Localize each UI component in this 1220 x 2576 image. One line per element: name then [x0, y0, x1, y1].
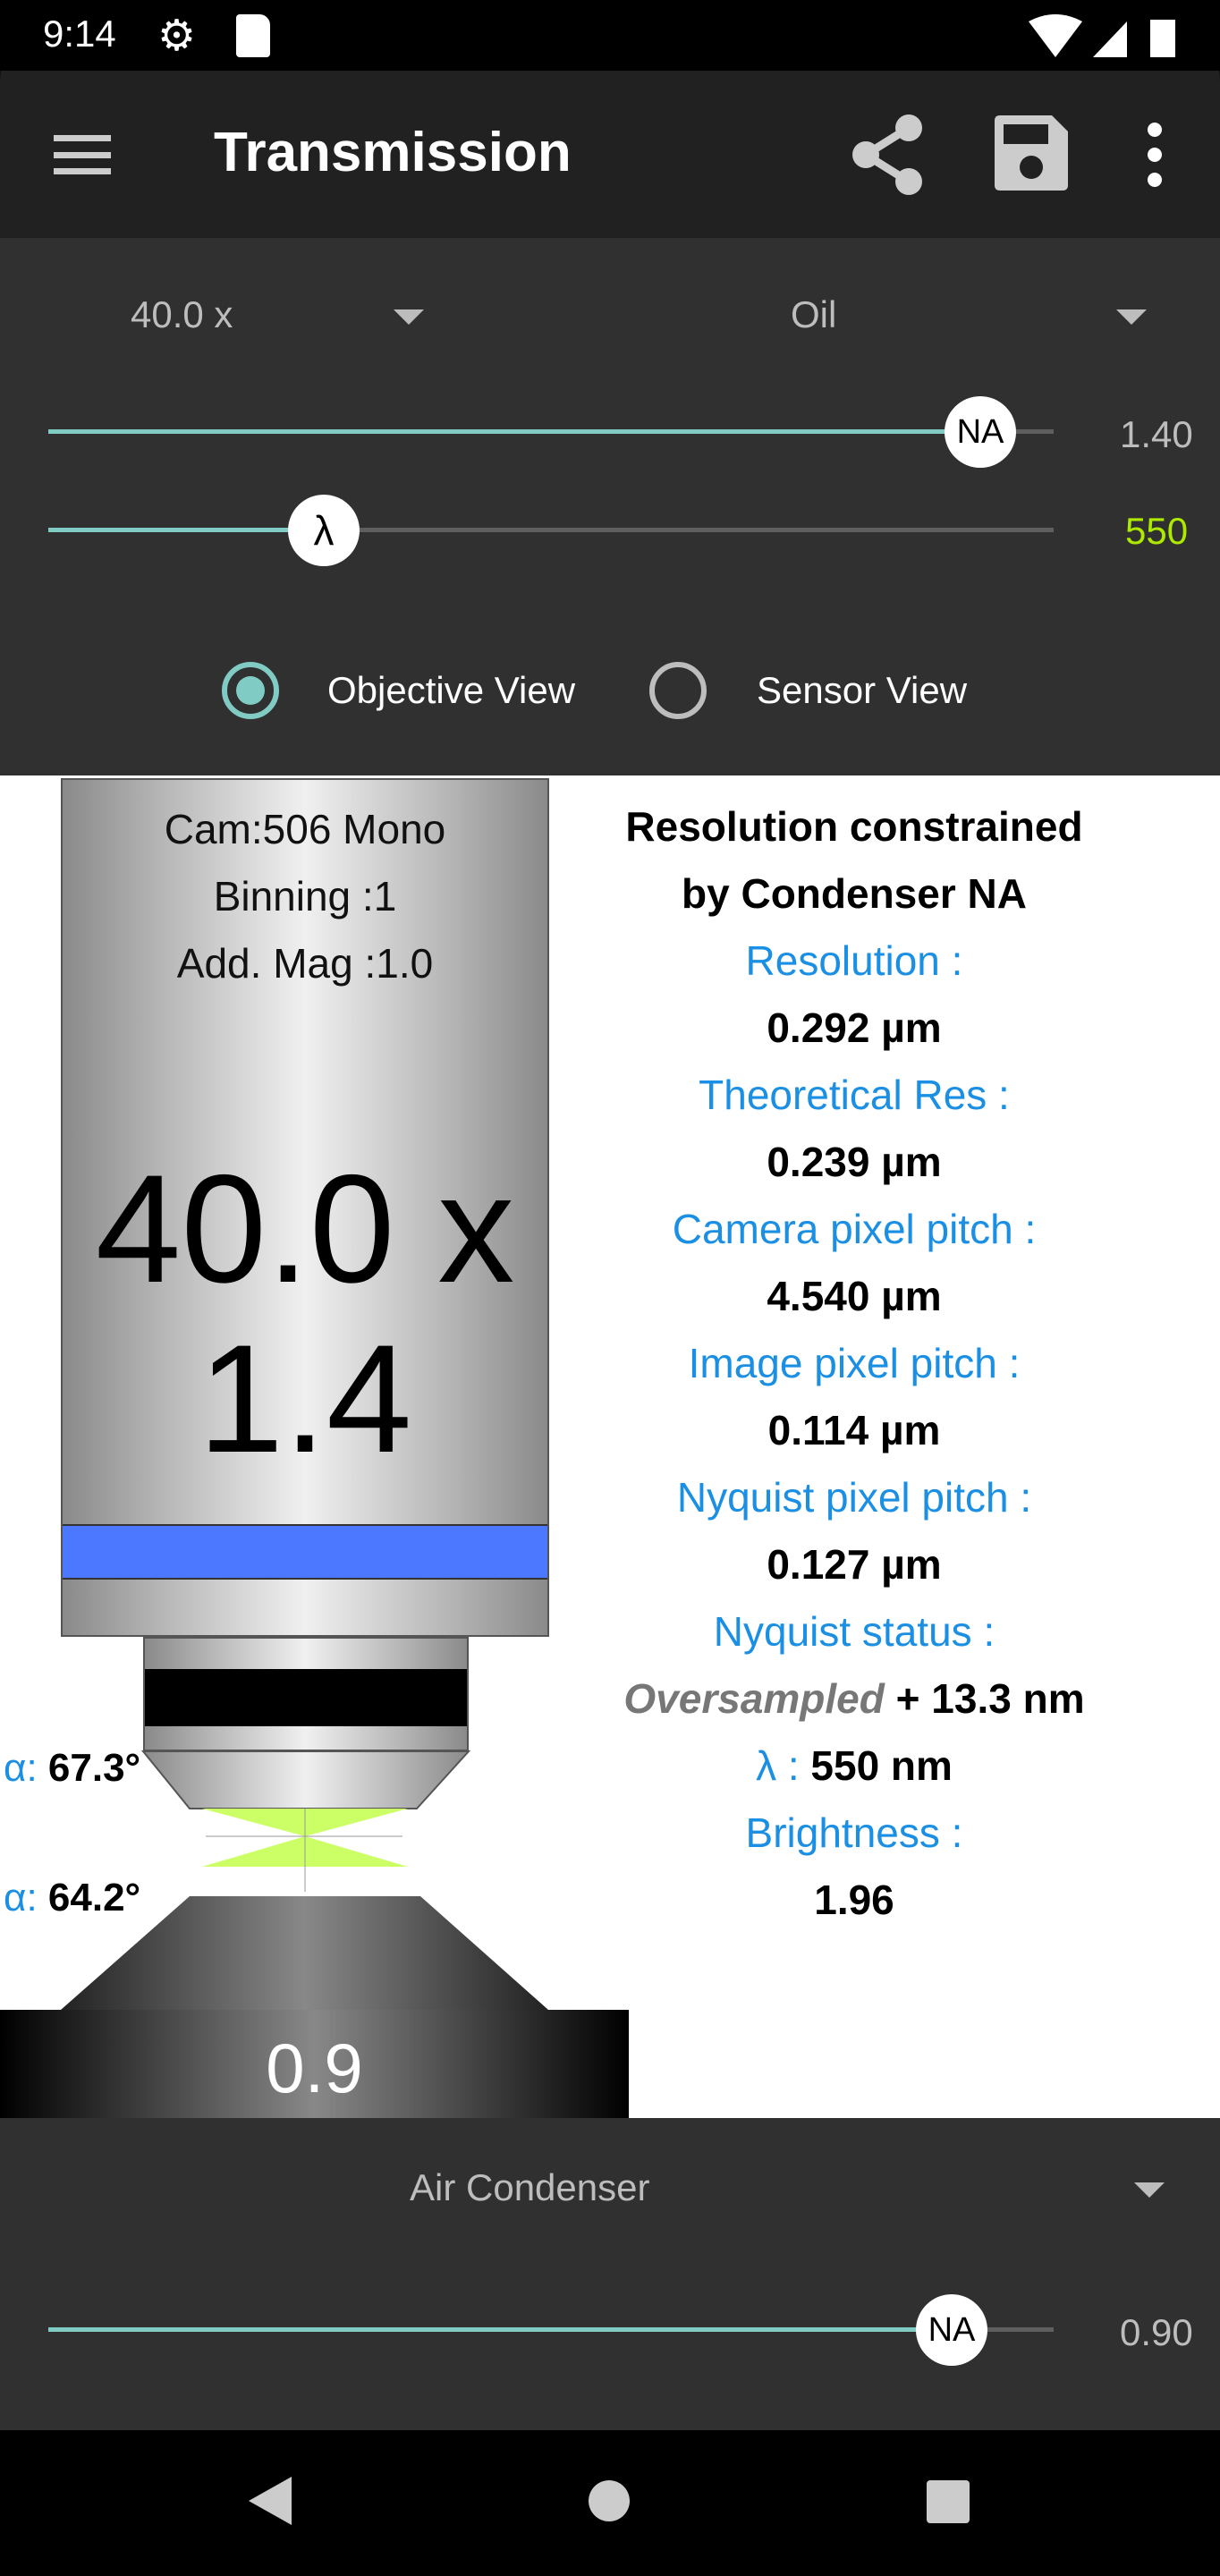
objective-nose: [143, 1637, 469, 1751]
condenser-na-thumb[interactable]: NA: [916, 2294, 987, 2366]
recents-icon[interactable]: [927, 2480, 970, 2523]
objective-na-label: 1.4: [198, 1313, 412, 1485]
magnification-dropdown[interactable]: 40.0 x: [54, 283, 438, 347]
wifi-signal-battery-icons: [1029, 14, 1175, 57]
condenser-dropdown[interactable]: Air Condenser: [54, 2154, 1172, 2225]
nyquist-pixel-value: 0.127 µm: [767, 1541, 942, 1588]
nyquist-delta: + 13.3 nm: [895, 1675, 1085, 1722]
chevron-down-icon: [1134, 2182, 1165, 2198]
lambda-label: λ :: [756, 1742, 800, 1789]
save-icon[interactable]: [995, 115, 1068, 191]
radio-objective-view[interactable]: Objective View: [222, 662, 575, 719]
wavelength-value: 550: [1125, 510, 1189, 552]
image-pixel-label: Image pixel pitch :: [688, 1340, 1021, 1386]
objective-angle: α: 67.3°: [4, 1746, 140, 1791]
condenser-controls: Air Condenser NA 0.90: [0, 2118, 1220, 2430]
condenser-na-slider[interactable]: NA: [48, 2294, 1054, 2366]
results-heading: Resolution constrained: [625, 803, 1083, 850]
camera-pixel-label: Camera pixel pitch :: [672, 1206, 1037, 1252]
radio-checked-icon: [222, 662, 279, 719]
app-toolbar: Transmission: [0, 71, 1220, 238]
objective-mag-label: 40.0 x: [95, 1143, 515, 1315]
na-slider-thumb[interactable]: NA: [945, 396, 1016, 468]
objective-controls: 40.0 x Oil NA 1.40 λ 550 Objective View …: [0, 238, 1220, 775]
results-heading: by Condenser NA: [682, 870, 1027, 917]
more-vert-icon[interactable]: [1141, 121, 1168, 189]
alpha-label: α:: [4, 1876, 38, 1919]
condenser-type: Air Condenser: [410, 2166, 650, 2208]
share-icon[interactable]: [850, 114, 925, 196]
brightness-label: Brightness :: [745, 1809, 963, 1856]
lambda-value: 550 nm: [810, 1742, 953, 1789]
nyquist-pixel-label: Nyquist pixel pitch :: [676, 1474, 1032, 1521]
immersion-dropdown[interactable]: Oil: [716, 283, 1154, 347]
objective-barrel: Cam:506 Mono Binning :1 Add. Mag :1.0 40…: [61, 778, 549, 1637]
back-icon[interactable]: [249, 2477, 293, 2525]
binning-label: Binning :1: [213, 873, 397, 919]
nyquist-status: Oversampled: [623, 1675, 885, 1722]
camera-label: Cam:506 Mono: [164, 806, 446, 852]
radio-sensor-view[interactable]: Sensor View: [649, 662, 967, 719]
sd-card-icon: [236, 14, 270, 57]
phone-screen: 9:14 ⚙ Transmission 40.0 x Oil NA 1.40 λ…: [0, 0, 1220, 2576]
theoretical-res-label: Theoretical Res :: [699, 1072, 1010, 1118]
na-slider[interactable]: NA: [48, 396, 1054, 468]
image-pixel-value: 0.114 µm: [767, 1407, 941, 1453]
chevron-down-icon: [394, 309, 424, 325]
wavelength-slider-thumb[interactable]: λ: [288, 495, 360, 566]
status-bar: 9:14 ⚙: [0, 0, 1220, 71]
chevron-down-icon: [1116, 309, 1147, 325]
home-icon[interactable]: [589, 2480, 630, 2521]
alpha-label: α:: [4, 1746, 38, 1790]
wavelength-slider[interactable]: λ: [48, 495, 1054, 566]
gear-icon: ⚙: [157, 13, 197, 60]
resolution-value: 0.292 µm: [767, 1004, 942, 1051]
radio-unchecked-icon: [649, 662, 707, 719]
brightness-value: 1.96: [814, 1877, 894, 1923]
alpha-objective-value: 67.3°: [47, 1746, 141, 1790]
color-band: [63, 1524, 547, 1580]
magnification-value: 40.0 x: [131, 293, 233, 335]
immersion-value: Oil: [791, 293, 837, 335]
menu-icon[interactable]: [54, 135, 111, 174]
nyquist-status-label: Nyquist status :: [713, 1608, 995, 1655]
results-column: Resolution constrained by Condenser NA R…: [572, 793, 1136, 1934]
theoretical-res-value: 0.239 µm: [767, 1139, 942, 1185]
resolution-label: Resolution :: [745, 937, 963, 984]
radio-label: Objective View: [327, 669, 576, 711]
condenser-na-value: 0.90: [1120, 2311, 1193, 2353]
condenser-na-label: 0.9: [0, 2010, 629, 2118]
results-area: Cam:506 Mono Binning :1 Add. Mag :1.0 40…: [0, 775, 1220, 2118]
radio-label: Sensor View: [757, 669, 968, 711]
page-title: Transmission: [214, 122, 572, 183]
camera-pixel-value: 4.540 µm: [767, 1273, 942, 1319]
na-value: 1.40: [1120, 413, 1193, 455]
navigation-bar: [0, 2430, 1220, 2576]
add-mag-label: Add. Mag :1.0: [176, 940, 434, 987]
condenser-angle: α: 64.2°: [4, 1876, 140, 1920]
clock: 9:14: [43, 13, 116, 55]
alpha-condenser-value: 64.2°: [47, 1876, 141, 1919]
